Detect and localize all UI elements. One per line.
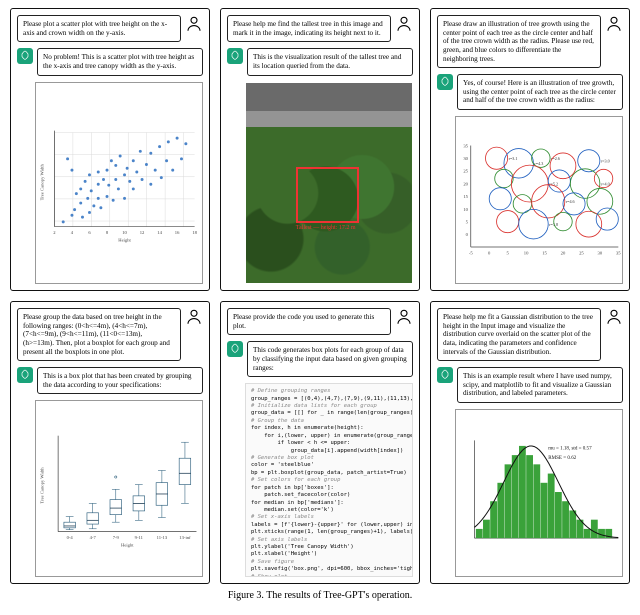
svg-text:25: 25 xyxy=(579,250,584,255)
assistant-bubble: This code generates box plots for each g… xyxy=(247,341,413,377)
svg-text:16: 16 xyxy=(175,230,180,235)
svg-text:14: 14 xyxy=(157,230,162,235)
svg-text:10: 10 xyxy=(524,250,529,255)
svg-text:4-7: 4-7 xyxy=(90,535,97,540)
user-icon xyxy=(395,15,413,33)
svg-text:10: 10 xyxy=(463,207,468,212)
assistant-bubble: Yes, of course! Here is an illustration … xyxy=(457,74,623,110)
chatgpt-icon xyxy=(227,48,243,64)
boxplot-ylabel: Tree Canopy Width xyxy=(39,467,44,504)
svg-text:18: 18 xyxy=(192,230,197,235)
svg-text:0: 0 xyxy=(488,250,491,255)
panel-gaussian: Please help me fit a Gaussian distributi… xyxy=(430,301,630,584)
svg-text:13-inf: 13-inf xyxy=(179,535,191,540)
user-icon xyxy=(605,15,623,33)
user-icon xyxy=(185,15,203,33)
svg-text:11-13: 11-13 xyxy=(157,535,168,540)
mu-label: mu = 1.18, std = 0.57 xyxy=(548,446,592,452)
panel-growth: Please draw an illustration of tree grow… xyxy=(430,8,630,291)
user-icon xyxy=(185,308,203,326)
svg-text:4: 4 xyxy=(71,230,74,235)
panel-code: Please provide the code you used to gene… xyxy=(220,301,420,584)
user-row: Please help me find the tallest tree in … xyxy=(227,15,413,42)
growth-chart: r=3.1r=4.3r=2.6r=3.0r=5.2r=4.0r=4.6r=3.8… xyxy=(455,116,623,284)
user-icon xyxy=(395,308,413,326)
svg-text:2: 2 xyxy=(53,230,56,235)
user-bubble: Please help me find the tallest tree in … xyxy=(227,15,391,42)
svg-text:20: 20 xyxy=(561,250,566,255)
user-row: Please draw an illustration of tree grow… xyxy=(437,15,623,68)
figure-caption: Figure 3. The results of Tree-GPT's oper… xyxy=(0,588,640,601)
chatgpt-icon xyxy=(17,367,33,383)
assistant-row: No problem! This is a scatter plot with … xyxy=(17,48,203,75)
svg-text:35: 35 xyxy=(463,143,468,148)
panels-grid: Please plot a scatter plot with tree hei… xyxy=(0,0,640,588)
svg-text:8: 8 xyxy=(106,230,109,235)
scatter-ylabel: Tree Canopy Width xyxy=(39,163,44,200)
aerial-image: Tallest — height: 17.2 m xyxy=(245,82,413,284)
scatter-chart: 2 4 6 8 10 12 14 16 18 Height Tree Canopy Width xyxy=(35,82,203,284)
chatgpt-icon xyxy=(437,74,453,90)
svg-text:r=4.6: r=4.6 xyxy=(566,199,575,204)
rmse-label: RMSE = 0.62 xyxy=(548,455,577,461)
boxplot-xlabel: Height xyxy=(121,543,134,548)
chatgpt-icon xyxy=(227,341,243,357)
user-row: Please provide the code you used to gene… xyxy=(227,308,413,335)
tallest-tree-box xyxy=(296,167,359,223)
assistant-row: Yes, of course! Here is an illustration … xyxy=(437,74,623,110)
user-bubble: Please plot a scatter plot with tree hei… xyxy=(17,15,181,42)
assistant-row: This is a box plot that has been created… xyxy=(17,367,203,394)
hist-chart: mu = 1.18, std = 0.57 RMSE = 0.62 xyxy=(455,409,623,577)
svg-text:7-9: 7-9 xyxy=(113,535,120,540)
panel-scatter: Please plot a scatter plot with tree hei… xyxy=(10,8,210,291)
svg-text:25: 25 xyxy=(463,169,468,174)
user-bubble: Please group the data based on tree heig… xyxy=(17,308,181,361)
assistant-bubble: This is a box plot that has been created… xyxy=(37,367,203,394)
svg-text:20: 20 xyxy=(463,182,468,187)
svg-text:5: 5 xyxy=(506,250,509,255)
scatter-xlabel: Height xyxy=(118,237,131,242)
svg-text:-5: -5 xyxy=(469,250,474,255)
svg-text:30: 30 xyxy=(463,156,468,161)
svg-text:r=3.1: r=3.1 xyxy=(509,156,518,161)
svg-text:15: 15 xyxy=(542,250,547,255)
svg-text:35: 35 xyxy=(616,250,621,255)
chatgpt-icon xyxy=(17,48,33,64)
code-block: # Define grouping rangesgroup_ranges = [… xyxy=(245,383,413,577)
svg-text:r=3.0: r=3.0 xyxy=(601,159,610,164)
user-bubble: Please draw an illustration of tree grow… xyxy=(437,15,601,68)
svg-text:15: 15 xyxy=(463,194,468,199)
svg-text:0: 0 xyxy=(466,232,469,237)
user-icon xyxy=(605,308,623,326)
user-row: Please group the data based on tree heig… xyxy=(17,308,203,361)
assistant-row: This is the visualization result of the … xyxy=(227,48,413,75)
svg-text:0-4: 0-4 xyxy=(67,535,74,540)
svg-text:6: 6 xyxy=(88,230,91,235)
svg-text:r=4.0: r=4.0 xyxy=(601,182,610,187)
chatgpt-icon xyxy=(437,367,453,383)
panel-boxplot: Please group the data based on tree heig… xyxy=(10,301,210,584)
svg-text:5: 5 xyxy=(466,220,469,225)
assistant-bubble: This is an example result where I have u… xyxy=(457,367,623,403)
svg-text:10: 10 xyxy=(122,230,127,235)
user-bubble: Please help me fit a Gaussian distributi… xyxy=(437,308,601,361)
svg-text:9-11: 9-11 xyxy=(135,535,144,540)
panel-tallest: Please help me find the tallest tree in … xyxy=(220,8,420,291)
tallest-tree-label: Tallest — height: 17.2 m xyxy=(296,225,356,231)
assistant-bubble: No problem! This is a scatter plot with … xyxy=(37,48,203,75)
user-bubble: Please provide the code you used to gene… xyxy=(227,308,391,335)
assistant-row: This code generates box plots for each g… xyxy=(227,341,413,377)
boxplot-chart: 0-4 4-7 7-9 9-11 11-13 13-inf Height Tree Can… xyxy=(35,400,203,577)
user-row: Please plot a scatter plot with tree hei… xyxy=(17,15,203,42)
assistant-bubble: This is the visualization result of the … xyxy=(247,48,413,75)
svg-text:12: 12 xyxy=(140,230,145,235)
svg-text:30: 30 xyxy=(598,250,603,255)
assistant-row: This is an example result where I have u… xyxy=(437,367,623,403)
user-row: Please help me fit a Gaussian distributi… xyxy=(437,308,623,361)
